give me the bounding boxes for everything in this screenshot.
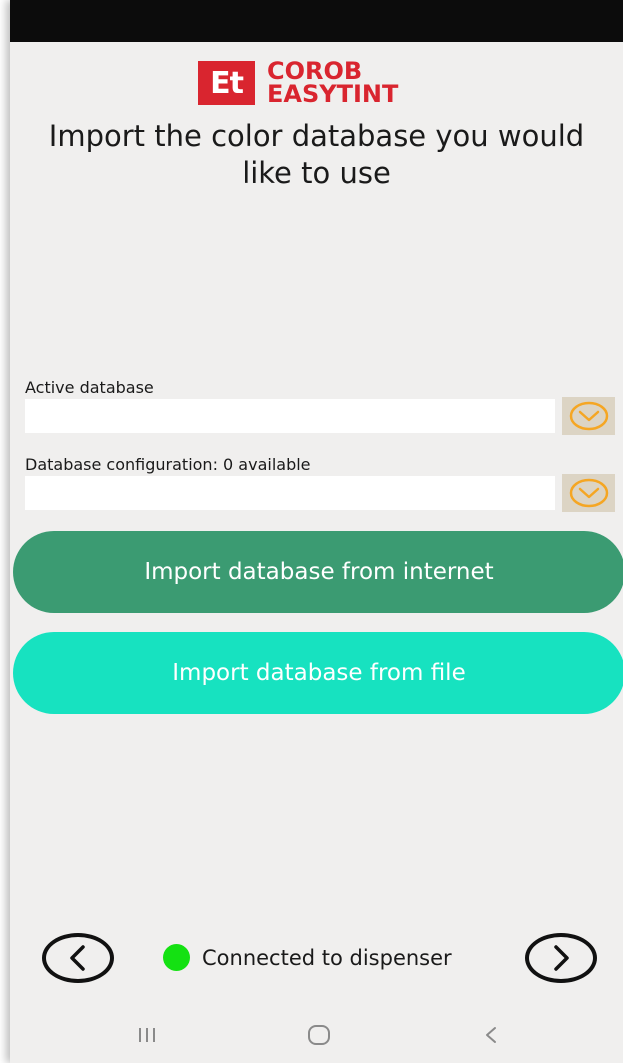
chevron-down-icon <box>569 401 608 431</box>
home-icon[interactable] <box>307 1024 331 1051</box>
active-database-dropdown-button[interactable] <box>562 397 615 435</box>
connected-indicator <box>163 944 190 971</box>
status-bar <box>10 0 623 42</box>
corob-easytint-logo: Et COROB EASYTINT <box>198 58 398 108</box>
database-configuration-dropdown-button[interactable] <box>562 474 615 512</box>
page-title-line-1: Import the color database you would <box>48 119 585 153</box>
next-button[interactable] <box>525 933 597 983</box>
app-screen: Et COROB EASYTINT Import the color datab… <box>10 0 623 1063</box>
database-configuration-label: Database configuration: 0 available <box>25 455 311 474</box>
previous-button[interactable] <box>42 933 114 983</box>
chevron-down-icon <box>569 478 608 508</box>
chevron-right-icon <box>554 945 569 971</box>
chevron-left-icon <box>70 945 85 971</box>
import-from-file-button[interactable]: Import database from file <box>13 632 623 714</box>
active-database-field[interactable] <box>25 399 555 433</box>
logo-wordmark: COROB EASYTINT <box>267 59 399 108</box>
page-title: Import the color database you would like… <box>0 118 623 192</box>
page-title-line-2: like to use <box>242 156 391 190</box>
system-navigation-bar <box>10 1008 623 1063</box>
active-database-label: Active database <box>25 378 154 397</box>
back-icon[interactable] <box>483 1025 499 1050</box>
logo-badge: Et <box>198 61 255 105</box>
logo-line-2: EASYTINT <box>267 80 399 108</box>
import-from-internet-button[interactable]: Import database from internet <box>13 531 623 613</box>
recents-icon[interactable] <box>137 1026 157 1049</box>
database-configuration-field[interactable] <box>25 476 555 510</box>
connection-status: Connected to dispenser <box>163 944 452 971</box>
connection-status-text: Connected to dispenser <box>202 945 452 970</box>
